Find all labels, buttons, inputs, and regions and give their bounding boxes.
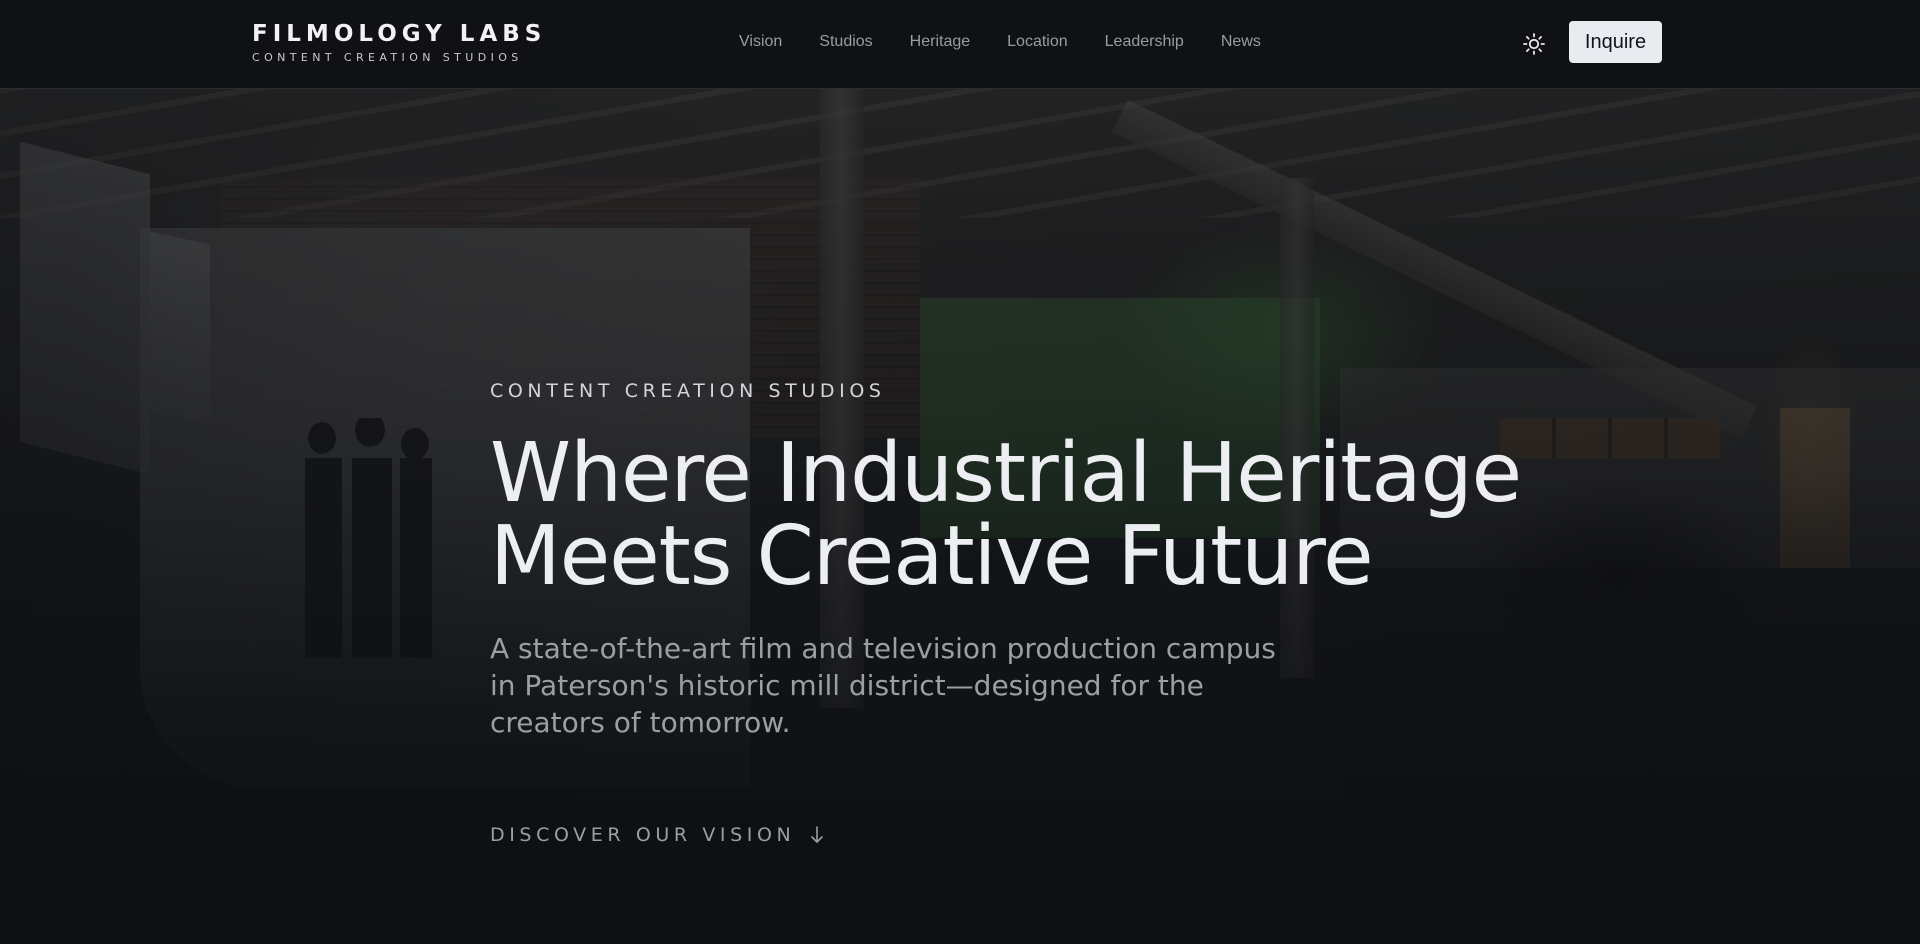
inquire-button[interactable]: Inquire: [1569, 21, 1662, 63]
brand-logo[interactable]: FILMOLOGY LABS CONTENT CREATION STUDIOS: [252, 20, 546, 64]
hero-subcopy: A state-of-the-art film and television p…: [490, 632, 1276, 739]
theme-toggle-button[interactable]: [1520, 30, 1548, 58]
nav-item-location[interactable]: Location: [1007, 30, 1068, 54]
hero-content: CONTENT CREATION STUDIOS Where Industria…: [490, 380, 1590, 846]
nav-item-studios[interactable]: Studios: [819, 30, 872, 54]
hero-headline-line1: Where Industrial Heritage: [490, 426, 1522, 521]
nav-item-leadership[interactable]: Leadership: [1105, 30, 1184, 54]
brand-name: FILMOLOGY LABS: [252, 21, 547, 47]
nav-item-news[interactable]: News: [1221, 30, 1261, 54]
nav-item-vision[interactable]: Vision: [739, 30, 782, 54]
arrow-down-icon: [811, 826, 824, 843]
brand-tagline: CONTENT CREATION STUDIOS: [252, 51, 523, 64]
hero-eyebrow: CONTENT CREATION STUDIOS: [490, 380, 886, 402]
discover-vision-link[interactable]: DISCOVER OUR VISION: [490, 824, 825, 846]
hero-headline: Where Industrial Heritage Meets Creative…: [490, 432, 1590, 598]
main-nav: Vision Studios Heritage Location Leaders…: [739, 30, 1298, 54]
site-header: FILMOLOGY LABS CONTENT CREATION STUDIOS …: [0, 0, 1920, 89]
cta-label: DISCOVER OUR VISION: [490, 824, 796, 846]
hero-headline-line2: Meets Creative Future: [490, 509, 1374, 604]
nav-item-heritage[interactable]: Heritage: [910, 30, 970, 54]
sun-icon: [1523, 33, 1545, 55]
